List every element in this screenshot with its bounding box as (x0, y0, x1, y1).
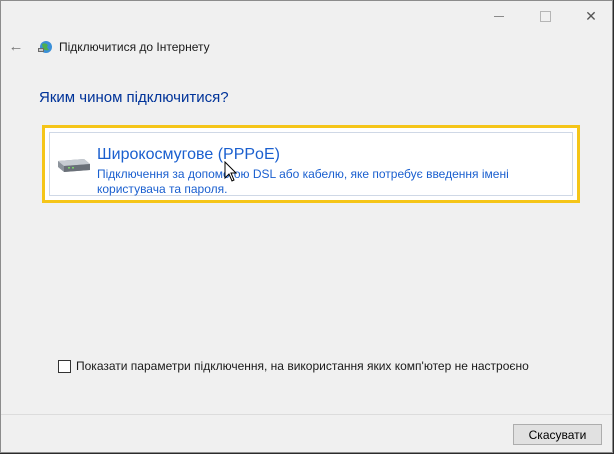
option-description: Підключення за допомогою DSL або кабелю,… (97, 167, 509, 196)
navigation-bar: ← Підключитися до Інтернету (1, 31, 612, 63)
mouse-cursor-icon (224, 161, 238, 182)
window-title: Підключитися до Інтернету (59, 40, 210, 54)
close-button[interactable]: ✕ (568, 1, 612, 31)
title-bar: ✕ (1, 1, 612, 31)
connect-to-internet-window: ✕ ← Підключитися до Інтернету Яким чином… (0, 0, 613, 453)
footer-bar: Скасувати (1, 414, 612, 452)
maximize-icon (539, 10, 551, 22)
option-title: Широкосмугове (PPPoE) (97, 146, 280, 163)
show-all-connections-row[interactable]: Показати параметри підключення, на викор… (58, 358, 529, 374)
network-globe-icon (38, 41, 52, 53)
minimize-icon (494, 15, 504, 17)
option-focus-highlight: Широкосмугове (PPPoE) Підключення за доп… (42, 125, 580, 203)
broadband-modem-icon (58, 159, 90, 172)
back-button[interactable]: ← (7, 37, 25, 55)
cancel-button[interactable]: Скасувати (513, 424, 602, 445)
maximize-button[interactable] (522, 1, 568, 31)
back-arrow-icon: ← (8, 37, 24, 55)
show-all-connections-label: Показати параметри підключення, на викор… (76, 359, 529, 373)
option-broadband-pppoe[interactable]: Широкосмугове (PPPoE) Підключення за доп… (49, 132, 573, 196)
show-all-connections-checkbox[interactable] (58, 359, 71, 373)
page-heading: Яким чином підключитися? (39, 89, 229, 106)
close-icon: ✕ (585, 7, 597, 24)
minimize-button[interactable] (476, 1, 522, 31)
